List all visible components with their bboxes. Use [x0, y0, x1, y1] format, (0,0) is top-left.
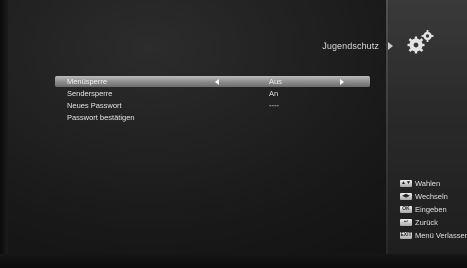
up-down-key-icon: ▲▼: [400, 180, 412, 187]
legend-item-enter: OK Eingeben: [400, 203, 467, 216]
page-title: Jugendschutz: [322, 41, 379, 51]
menu-item-channel-lock[interactable]: Sendersperre An: [55, 88, 370, 99]
menu-item-new-password[interactable]: Neues Passwort ----: [55, 100, 370, 111]
key-legend: ▲▼ Wahlen ◀▶ Wechseln OK Eingeben ↩ Zurü…: [400, 177, 467, 242]
title-pointer-icon: [388, 42, 393, 50]
back-key-icon: ↩: [400, 219, 412, 226]
legend-label: Zurück: [415, 218, 438, 227]
legend-item-select: ▲▼ Wahlen: [400, 177, 467, 190]
parental-lock-menu: Menüsperre Aus Sendersperre An Neues Pas…: [55, 76, 370, 124]
arrow-left-icon[interactable]: [215, 79, 219, 85]
menu-item-label: Sendersperre: [67, 89, 113, 98]
menu-item-label: Passwort bestätigen: [67, 113, 135, 122]
menu-item-confirm-password[interactable]: Passwort bestätigen: [55, 112, 370, 123]
menu-item-label: Neues Passwort: [67, 101, 122, 110]
legend-item-back: ↩ Zurück: [400, 216, 467, 229]
arrow-right-icon[interactable]: [340, 79, 344, 85]
left-right-key-icon: ◀▶: [400, 193, 412, 200]
menu-item-label: Menüsperre: [67, 77, 108, 86]
menu-item-value: Aus: [269, 77, 282, 86]
menu-item-value: ----: [269, 101, 279, 110]
legend-label: Menü Verlassen: [415, 231, 467, 240]
menu-item-value: An: [269, 89, 279, 98]
ok-key-icon: OK: [400, 206, 412, 213]
legend-label: Eingeben: [415, 205, 447, 214]
exit-key-icon: EXIT: [400, 232, 412, 239]
legend-item-change: ◀▶ Wechseln: [400, 190, 467, 203]
legend-item-exit: EXIT Menü Verlassen: [400, 229, 467, 242]
legend-label: Wechseln: [415, 192, 448, 201]
gears-icon: [407, 30, 434, 54]
legend-label: Wahlen: [415, 179, 441, 188]
screen-frame-left: [0, 0, 8, 268]
menu-item-menu-lock[interactable]: Menüsperre Aus: [55, 76, 370, 87]
screen-bottom-band: [0, 254, 467, 268]
